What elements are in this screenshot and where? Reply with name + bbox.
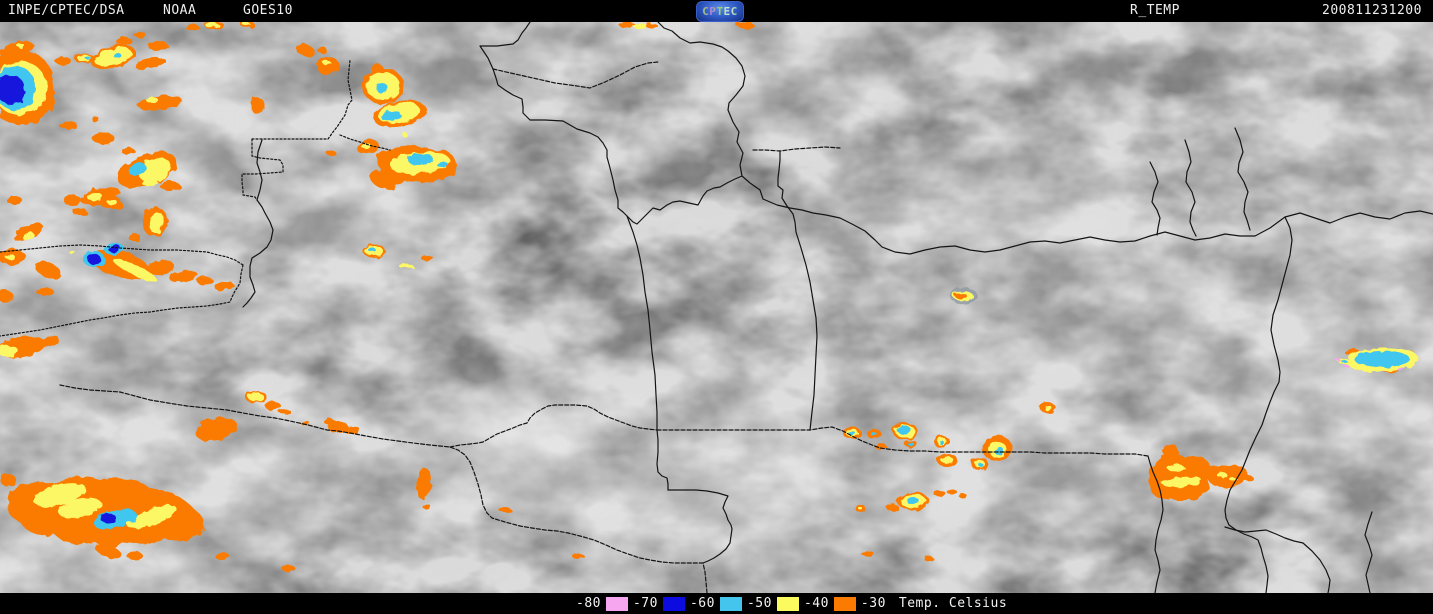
legend-swatch-minus50 <box>776 596 799 611</box>
legend-swatch-minus70 <box>662 596 685 611</box>
legend-label: -80 <box>576 596 601 611</box>
legend-label: -70 <box>632 596 658 611</box>
legend-label: -30 <box>860 596 886 611</box>
legend-title: Temp. Celsius <box>898 596 1008 611</box>
operator-label: NOAA <box>163 3 197 18</box>
satellite-image <box>0 22 1433 593</box>
legend-label: -50 <box>746 596 772 611</box>
header-bar: INPE/CPTEC/DSA NOAA GOES10 CPTEC R_TEMP … <box>0 0 1433 22</box>
product-label: R_TEMP <box>1130 3 1180 18</box>
cloud-noise <box>0 22 1433 593</box>
legend-swatch-minus80 <box>605 596 628 611</box>
storm-cell <box>950 288 978 304</box>
agency-label: INPE/CPTEC/DSA <box>8 3 125 18</box>
legend-label: -60 <box>689 596 715 611</box>
legend-swatch-minus40 <box>833 596 856 611</box>
legend-bar: -80 -70 -60 -50 -40 -30 Temp. Celsius <box>0 593 1433 614</box>
cptec-logo: CPTEC <box>696 1 744 22</box>
satellite-label: GOES10 <box>243 3 293 18</box>
legend-swatch-minus60 <box>719 596 742 611</box>
satellite-viewer: INPE/CPTEC/DSA NOAA GOES10 CPTEC R_TEMP … <box>0 0 1433 614</box>
temperature-legend: -80 -70 -60 -50 -40 -30 Temp. Celsius <box>576 593 1007 614</box>
legend-label: -40 <box>803 596 829 611</box>
timestamp-label: 200811231200 <box>1322 3 1422 18</box>
cptec-logo-text: CPTEC <box>702 5 738 18</box>
storm-cell <box>1040 403 1056 413</box>
